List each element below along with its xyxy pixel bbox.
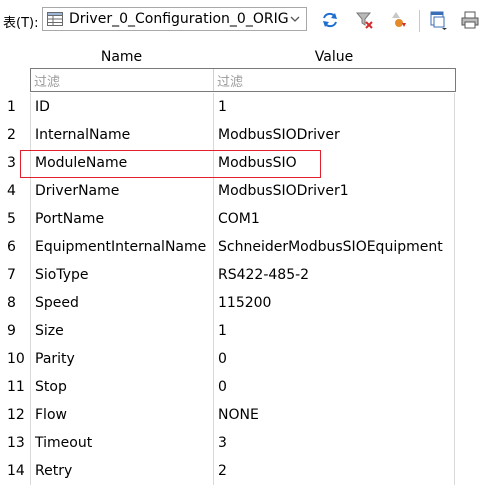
toolbar: 表(T): Driver_0_Configuration_0_ORIG	[0, 0, 479, 40]
property-value[interactable]: ModbusSIODriver1	[213, 177, 455, 205]
table-select[interactable]: Driver_0_Configuration_0_ORIG	[42, 7, 307, 31]
property-name[interactable]: InternalName	[30, 121, 213, 149]
property-name[interactable]: Parity	[30, 345, 213, 373]
table-row[interactable]: 5 PortName COM1	[0, 205, 479, 233]
row-number: 2	[7, 127, 16, 143]
property-name[interactable]: Flow	[30, 401, 213, 429]
row-number: 8	[7, 295, 16, 311]
row-number: 1	[7, 99, 16, 115]
filter-row: 过滤 过滤	[30, 68, 456, 92]
table-row[interactable]: 8 Speed 115200	[0, 289, 479, 317]
property-value[interactable]: 0	[213, 373, 455, 401]
column-header-value[interactable]: Value	[213, 44, 455, 69]
chevron-down-icon[interactable]	[289, 13, 301, 25]
property-value[interactable]: 115200	[213, 289, 455, 317]
table-row[interactable]: 2 InternalName ModbusSIODriver	[0, 121, 479, 149]
table-row[interactable]: 1 ID 1	[0, 93, 479, 121]
table-row[interactable]: 11 Stop 0	[0, 373, 479, 401]
row-number: 4	[7, 183, 16, 199]
row-number: 6	[7, 239, 16, 255]
property-name[interactable]: Size	[30, 317, 213, 345]
table-row[interactable]: 13 Timeout 3	[0, 429, 479, 457]
property-value[interactable]: 3	[213, 429, 455, 457]
highlight-box	[20, 150, 321, 178]
property-value[interactable]: 0	[213, 345, 455, 373]
property-value[interactable]: COM1	[213, 205, 455, 233]
property-name[interactable]: PortName	[30, 205, 213, 233]
row-number: 5	[7, 211, 16, 227]
sort-icon[interactable]	[388, 10, 408, 30]
table-row[interactable]: 6 EquipmentInternalName SchneiderModbusS…	[0, 233, 479, 261]
row-number: 10	[7, 351, 25, 367]
toolbar-separator	[419, 10, 420, 32]
property-name[interactable]: SioType	[30, 261, 213, 289]
name-filter-input[interactable]: 过滤	[31, 69, 214, 91]
table-row[interactable]: 7 SioType RS422-485-2	[0, 261, 479, 289]
table-row[interactable]: 12 Flow NONE	[0, 401, 479, 429]
property-value[interactable]: 1	[213, 93, 455, 121]
property-value[interactable]: RS422-485-2	[213, 261, 455, 289]
row-number: 7	[7, 267, 16, 283]
table-row[interactable]: 4 DriverName ModbusSIODriver1	[0, 177, 479, 205]
property-name[interactable]: EquipmentInternalName	[30, 233, 213, 261]
property-name[interactable]: Speed	[30, 289, 213, 317]
refresh-icon[interactable]	[320, 10, 340, 30]
column-header-name[interactable]: Name	[30, 44, 213, 69]
selected-table-name: Driver_0_Configuration_0_ORIG	[69, 11, 289, 27]
table-row[interactable]: 10 Parity 0	[0, 345, 479, 373]
row-number: 12	[7, 407, 25, 423]
grid-header: Name Value	[30, 44, 479, 69]
row-number: 9	[7, 323, 16, 339]
table-label: 表(T):	[3, 16, 39, 31]
table-row[interactable]: 9 Size 1	[0, 317, 479, 345]
property-name[interactable]: ID	[30, 93, 213, 121]
row-number: 13	[7, 435, 25, 451]
property-value[interactable]: SchneiderModbusSIOEquipment	[213, 233, 455, 261]
clear-filter-icon[interactable]	[355, 10, 375, 30]
property-value[interactable]: NONE	[213, 401, 455, 429]
property-value[interactable]: 1	[213, 317, 455, 345]
property-value[interactable]: ModbusSIODriver	[213, 121, 455, 149]
property-name[interactable]: Timeout	[30, 429, 213, 457]
row-number: 11	[7, 379, 25, 395]
value-filter-input[interactable]: 过滤	[214, 69, 455, 91]
new-window-icon[interactable]	[428, 10, 448, 30]
table-icon	[47, 12, 63, 26]
property-name[interactable]: Stop	[30, 373, 213, 401]
property-name[interactable]: DriverName	[30, 177, 213, 205]
print-icon[interactable]	[460, 10, 479, 30]
